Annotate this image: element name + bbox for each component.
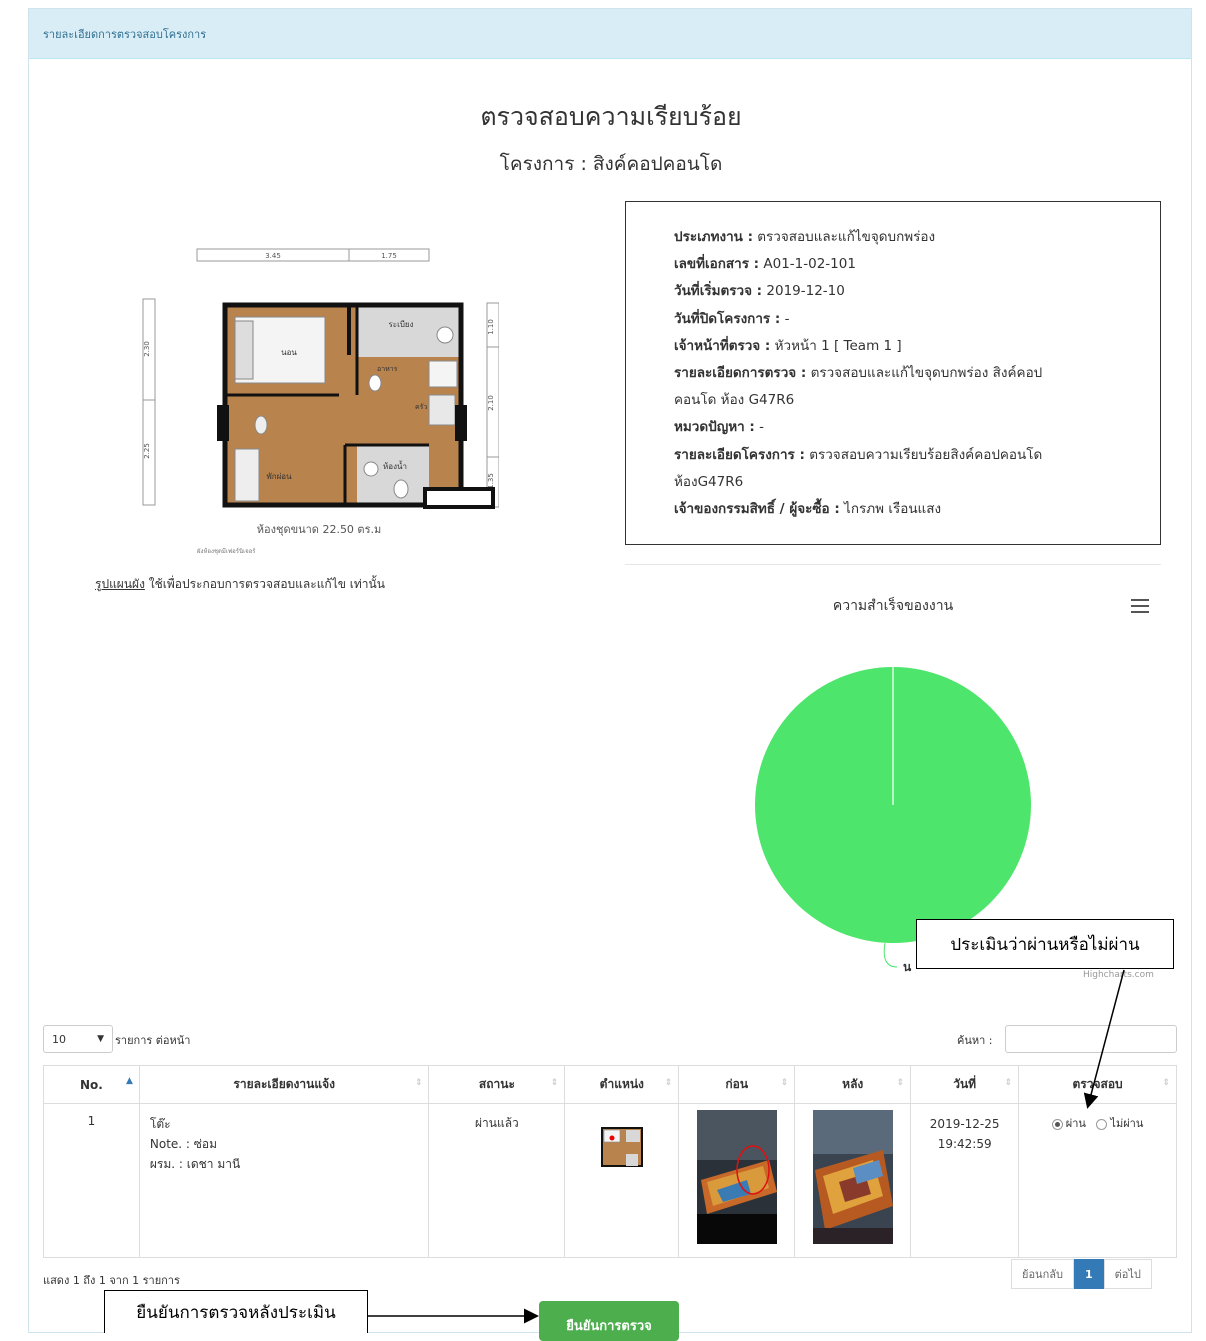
info-category: หมวดปัญหา : - [674,419,764,436]
chart-credits[interactable]: Highcharts.com [1083,970,1154,980]
plan-link[interactable]: รูปแผนผัง [95,577,145,591]
col-no[interactable]: No. ▲ [43,1065,140,1104]
project-info-box: ประเภทงาน : ตรวจสอบและแก้ไขจุดบกพร่อง เล… [625,201,1161,545]
confirm-inspection-button[interactable]: ยืนยันการตรวจ [539,1301,679,1341]
cell-status: ผ่านแล้ว [428,1103,566,1258]
dim-top-2: 1.75 [381,252,397,260]
page-length-label: รายการ ต่อหน้า [115,1034,191,1047]
pie-label-connector [883,942,898,968]
cell-date: 2019-12-25 19:42:59 [910,1103,1020,1258]
before-photo[interactable] [696,1110,777,1244]
info-project-detail: รายละเอียดโครงการ : ตรวจสอบความเรียบร้อย… [674,446,1043,463]
floorplan-caption: ห้องชุดขนาด 22.50 ตร.ม [257,523,381,536]
sort-icon: ⇕ [780,1078,789,1088]
fail-radio[interactable]: ไม่ผ่าน [1096,1117,1143,1130]
room-bed: นอน [281,348,297,357]
col-status[interactable]: สถานะ ⇕ [428,1065,566,1104]
sort-icon: ⇕ [414,1078,423,1088]
room-bath: ห้องน้ำ [383,460,407,471]
cell-position [564,1103,680,1258]
pie-data-label: น [903,960,912,974]
info-officer: เจ้าหน้าที่ตรวจ : หัวหน้า 1 [ Team 1 ] [674,337,902,354]
table-row: 1 โต๊ะ Note. : ซ่อม ผรม. : เดชา มานี ผ่า… [43,1103,1177,1258]
page-length-select[interactable]: 10 ▼ [43,1025,113,1053]
room-food: อาหาร [377,365,398,373]
dim-right-3: 1.35 [487,473,495,489]
cell-before [678,1103,796,1258]
pass-radio[interactable]: ผ่าน [1051,1117,1086,1130]
dim-right-1: 1.10 [487,319,495,335]
sort-icon: ⇕ [1004,1078,1013,1088]
chart-title: ความสำเร็จของงาน [832,598,954,614]
cell-no: 1 [43,1103,140,1258]
table-info: แสดง 1 ถึง 1 จาก 1 รายการ [43,1274,180,1287]
col-detail[interactable]: รายละเอียดงานแจ้ง ⇕ [138,1065,430,1104]
floor-plan-image: 3.45 1.75 2.30 2.25 1.10 2.10 1.35 นอน ร… [142,248,499,555]
search-input[interactable] [1005,1025,1177,1053]
hamburger-icon[interactable] [1131,599,1149,615]
info-project-detail-cont: ห้องG47R6 [674,473,744,490]
info-owner: เจ้าของกรรมสิทธิ์ / ผู้จะซื้อ : ไกรภพ เร… [674,501,942,518]
cell-check: ผ่าน ไม่ผ่าน [1018,1103,1177,1258]
info-detail-cont: คอนโด ห้อง G47R6 [674,392,795,409]
prev-page-button[interactable]: ย้อนกลับ [1011,1259,1074,1289]
info-type: ประเภทงาน : ตรวจสอบและแก้ไขจุดบกพร่อง [674,229,936,245]
page-title: ตรวจสอบความเรียบร้อย [480,102,742,131]
sort-icon: ⇕ [550,1078,559,1088]
col-before[interactable]: ก่อน ⇕ [678,1065,796,1104]
page-1-button[interactable]: 1 [1073,1259,1104,1289]
cell-after [794,1103,912,1258]
dim-right-2: 2.10 [487,395,495,411]
assess-callout: ประเมินว่าผ่านหรือไม่ผ่าน [916,919,1174,969]
dim-left-2: 2.25 [143,443,151,459]
info-detail: รายละเอียดการตรวจ : ตรวจสอบและแก้ไขจุดบก… [674,365,1043,382]
room-wash: ระเบียง [389,320,414,329]
sort-asc-icon: ▲ [125,1076,133,1086]
info-close-date: วันที่ปิดโครงการ : - [674,310,790,327]
info-start-date: วันที่เริ่มตรวจ : 2019-12-10 [674,283,845,300]
confirm-callout: ยืนยันการตรวจหลังประเมิน [104,1290,368,1333]
col-check[interactable]: ตรวจสอบ ⇕ [1018,1065,1177,1104]
after-photo[interactable] [812,1110,893,1244]
divider [625,564,1161,565]
plan-note: รูปแผนผัง ใช้เพื่อประกอบการตรวจสอบและแก้… [95,577,385,591]
col-date[interactable]: วันที่ ⇕ [910,1065,1020,1104]
sort-icon: ⇕ [664,1078,673,1088]
dim-top-1: 3.45 [265,252,281,260]
breadcrumb: รายละเอียดการตรวจสอบโครงการ [29,9,1191,59]
inspection-panel: รายละเอียดการตรวจสอบโครงการ ตรวจสอบความเ… [28,8,1192,1341]
room-kitchen: ครัว [415,403,427,411]
col-after[interactable]: หลัง ⇕ [794,1065,912,1104]
position-thumbnail[interactable] [593,1118,650,1178]
room-living: พักผ่อน [266,472,292,481]
dim-left-1: 2.30 [143,341,151,357]
next-page-button[interactable]: ต่อไป [1103,1259,1152,1289]
pagination: ย้อนกลับ 1 ต่อไป [1011,1259,1152,1289]
search-label: ค้นหา : [957,1034,993,1047]
sort-icon: ⇕ [1162,1078,1170,1088]
col-position[interactable]: ตำแหน่ง ⇕ [564,1065,680,1104]
floorplan-subcaption: ผังห้องชุดมีเฟอร์นิเจอร์ [197,547,256,555]
cell-detail: โต๊ะ Note. : ซ่อม ผรม. : เดชา มานี [138,1103,430,1258]
inspection-table: No. ▲ รายละเอียดงานแจ้ง ⇕ สถานะ ⇕ ตำแหน่ง ⇕ … [43,1065,1177,1258]
info-doc-number: เลขที่เอกสาร : A01-1-02-101 [674,256,856,273]
sort-icon: ⇕ [896,1078,905,1088]
dropdown-arrow-icon: ▼ [97,1034,104,1044]
project-title: โครงการ : สิงค์คอปคอนโด [499,153,723,175]
